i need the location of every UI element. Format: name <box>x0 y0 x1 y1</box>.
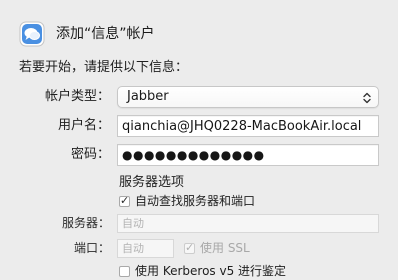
auto-find-label: 自动查找服务器和端口 <box>135 194 256 208</box>
username-label: 用户名： <box>57 118 110 133</box>
password-field[interactable]: ●●●●●●●●●●●●● <box>117 144 379 166</box>
username-field[interactable]: qianchia@JHQ0228-MacBookAir.local <box>117 115 379 137</box>
server-placeholder: 自动 <box>122 217 144 230</box>
account-type-value: Jabber <box>127 89 169 104</box>
password-label: 密码： <box>70 147 110 162</box>
dialog-title: 添加“信息”帐户 <box>56 26 155 42</box>
username-value: qianchia@JHQ0228-MacBookAir.local <box>122 119 362 134</box>
server-options-title: 服务器选项 <box>119 175 185 190</box>
port-field[interactable]: 自动 <box>117 239 174 258</box>
use-ssl-checkbox[interactable]: ✓ <box>184 241 195 254</box>
port-label: 端口： <box>73 241 110 255</box>
checkmark-icon: ✓ <box>120 194 130 207</box>
server-field[interactable]: 自动 <box>117 214 379 233</box>
instructions-text: 若要开始，请提供以下信息： <box>19 60 189 75</box>
password-dots: ●●●●●●●●●●●●● <box>122 148 265 162</box>
server-label: 服务器： <box>61 216 110 230</box>
port-placeholder: 自动 <box>122 242 144 255</box>
account-type-label: 帐户类型： <box>44 89 110 104</box>
use-ssl-label: 使用 SSL <box>200 241 250 255</box>
checkmark-icon: ✓ <box>185 241 195 254</box>
account-type-select[interactable]: Jabber <box>117 86 379 108</box>
chevron-updown-icon <box>362 90 372 104</box>
kerberos-label: 使用 Kerberos v5 进行鉴定 <box>135 264 287 278</box>
auto-find-checkbox[interactable]: ✓ <box>119 194 130 207</box>
messages-icon <box>19 21 45 47</box>
kerberos-checkbox[interactable] <box>119 266 130 277</box>
